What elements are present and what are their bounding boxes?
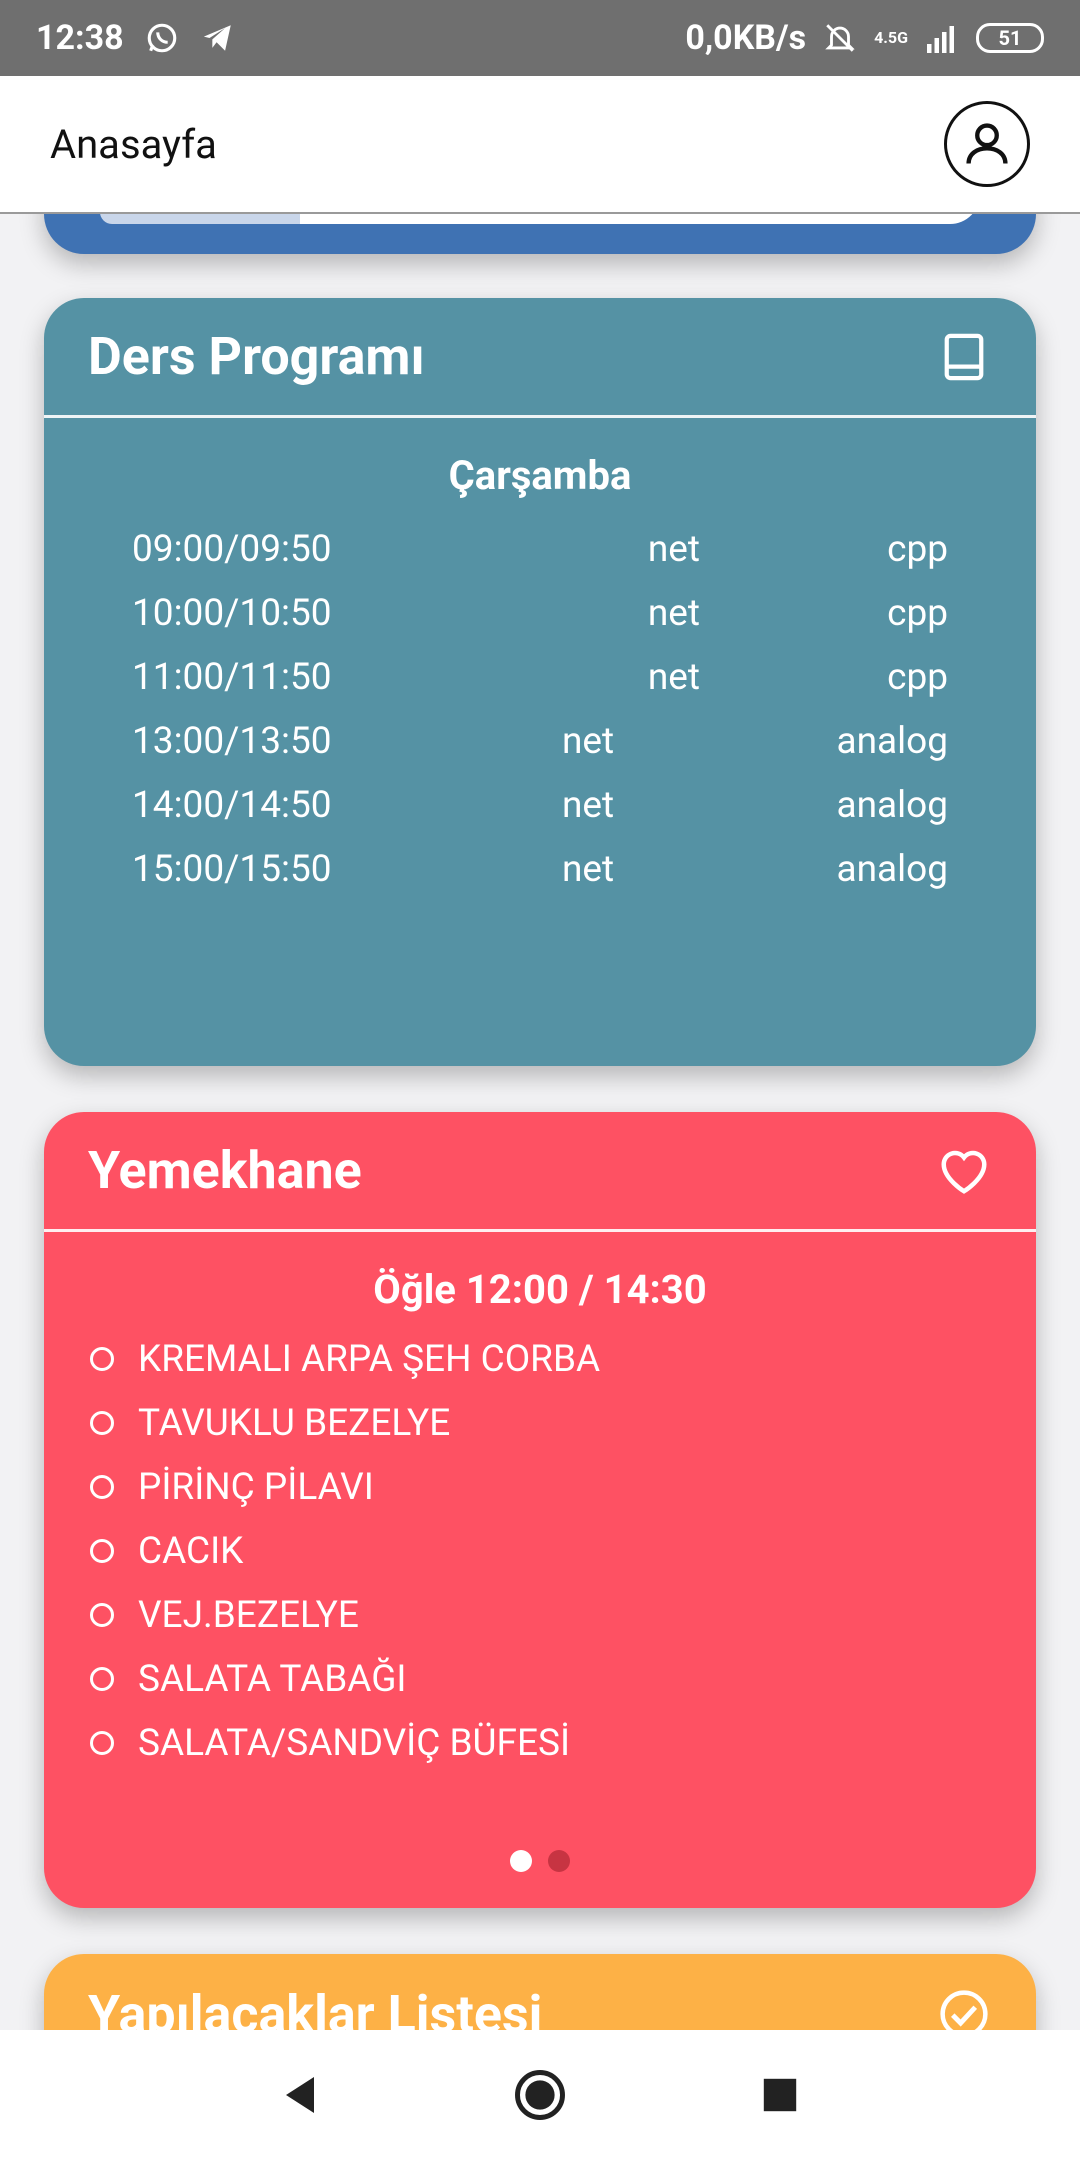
menu-item-label: CACIK bbox=[138, 1529, 244, 1573]
schedule-course: analog bbox=[836, 847, 948, 891]
schedule-row: 13:00/13:50 net analog bbox=[44, 709, 1036, 773]
menu-item: PİRİNÇ PİLAVI bbox=[88, 1455, 1036, 1519]
schedule-course: analog bbox=[836, 719, 948, 763]
home-button[interactable] bbox=[510, 2065, 570, 2125]
schedule-time: 09:00/09:50 bbox=[132, 527, 332, 571]
schedule-room: net bbox=[647, 655, 700, 699]
menu-item: SALATA/SANDVİÇ BÜFESİ bbox=[88, 1711, 1036, 1775]
schedule-table: 09:00/09:50 net cpp 10:00/10:50 net cpp … bbox=[44, 517, 1036, 901]
content-scroll[interactable]: Ders Programı Çarşamba 09:00/09:50 net c… bbox=[0, 214, 1080, 2030]
schedule-room: net bbox=[647, 591, 700, 635]
schedule-course: cpp bbox=[887, 655, 948, 699]
menu-list: KREMALI ARPA ŞEH CORBA TAVUKLU BEZELYE P… bbox=[44, 1327, 1036, 1775]
top-card-inner-bar bbox=[100, 214, 980, 224]
back-button[interactable] bbox=[270, 2065, 330, 2125]
battery-indicator: 51 bbox=[976, 23, 1044, 53]
schedule-room: net bbox=[562, 847, 615, 891]
status-time: 12:38 bbox=[36, 18, 124, 58]
status-bar: 12:38 0,0KB/s 4.5G 51 bbox=[0, 0, 1080, 76]
telegram-icon bbox=[200, 20, 236, 56]
menu-item-label: PİRİNÇ PİLAVI bbox=[138, 1465, 374, 1509]
schedule-card-title: Ders Programı bbox=[88, 326, 425, 387]
menu-item: SALATA TABAĞI bbox=[88, 1647, 1036, 1711]
schedule-course: cpp bbox=[887, 527, 948, 571]
schedule-time: 11:00/11:50 bbox=[132, 655, 332, 699]
check-circle-icon bbox=[936, 1986, 992, 2030]
home-circle-icon bbox=[515, 2070, 565, 2120]
top-card[interactable] bbox=[44, 214, 1036, 254]
circle-bullet-icon bbox=[90, 1731, 114, 1755]
meal-time-title: Öğle 12:00 / 14:30 bbox=[373, 1266, 707, 1313]
user-icon bbox=[966, 123, 1008, 164]
todo-card-header: Yapılacaklar Listesi bbox=[44, 1954, 1036, 2030]
schedule-time: 10:00/10:50 bbox=[132, 591, 332, 635]
menu-item: VEJ.BEZELYE bbox=[88, 1583, 1036, 1647]
menu-item: KREMALI ARPA ŞEH CORBA bbox=[88, 1327, 1036, 1391]
menu-item-label: KREMALI ARPA ŞEH CORBA bbox=[138, 1337, 601, 1381]
menu-item: TAVUKLU BEZELYE bbox=[88, 1391, 1036, 1455]
menu-item-label: SALATA/SANDVİÇ BÜFESİ bbox=[138, 1721, 571, 1765]
circle-bullet-icon bbox=[90, 1475, 114, 1499]
back-triangle-icon bbox=[286, 2077, 314, 2113]
cafeteria-card-title: Yemekhane bbox=[88, 1140, 362, 1201]
page-dot-active[interactable] bbox=[510, 1850, 532, 1872]
recents-button[interactable] bbox=[750, 2065, 810, 2125]
todo-card[interactable]: Yapılacaklar Listesi bbox=[44, 1954, 1036, 2030]
heart-icon[interactable] bbox=[936, 1143, 992, 1199]
schedule-room: net bbox=[562, 719, 615, 763]
schedule-card-header: Ders Programı bbox=[44, 298, 1036, 418]
cafeteria-card-header: Yemekhane bbox=[44, 1112, 1036, 1232]
schedule-row: 11:00/11:50 net cpp bbox=[44, 645, 1036, 709]
signal-icon bbox=[924, 20, 960, 56]
menu-item-label: VEJ.BEZELYE bbox=[138, 1593, 359, 1637]
schedule-time: 15:00/15:50 bbox=[132, 847, 332, 891]
schedule-row: 09:00/09:50 net cpp bbox=[44, 517, 1036, 581]
schedule-time: 14:00/14:50 bbox=[132, 783, 332, 827]
network-speed: 0,0KB/s bbox=[685, 18, 807, 58]
vibrate-mute-icon bbox=[822, 20, 858, 56]
schedule-card[interactable]: Ders Programı Çarşamba 09:00/09:50 net c… bbox=[44, 298, 1036, 1066]
system-nav-bar bbox=[0, 2030, 1080, 2160]
circle-bullet-icon bbox=[90, 1539, 114, 1563]
todo-card-title: Yapılacaklar Listesi bbox=[88, 1983, 543, 2031]
menu-item: CACIK bbox=[88, 1519, 1036, 1583]
schedule-row: 14:00/14:50 net analog bbox=[44, 773, 1036, 837]
profile-button[interactable] bbox=[944, 101, 1030, 187]
page-indicator bbox=[44, 1850, 1036, 1872]
circle-bullet-icon bbox=[90, 1347, 114, 1371]
circle-bullet-icon bbox=[90, 1603, 114, 1627]
whatsapp-icon bbox=[144, 20, 180, 56]
schedule-time: 13:00/13:50 bbox=[132, 719, 332, 763]
page-title: Anasayfa bbox=[50, 120, 217, 168]
schedule-course: analog bbox=[836, 783, 948, 827]
network-type: 4.5G bbox=[874, 28, 908, 47]
schedule-room: net bbox=[647, 527, 700, 571]
book-icon bbox=[936, 329, 992, 385]
recents-square-icon bbox=[763, 2078, 797, 2112]
app-bar: Anasayfa bbox=[0, 76, 1080, 214]
schedule-room: net bbox=[562, 783, 615, 827]
menu-item-label: TAVUKLU BEZELYE bbox=[138, 1401, 451, 1445]
circle-bullet-icon bbox=[90, 1411, 114, 1435]
menu-item-label: SALATA TABAĞI bbox=[138, 1657, 407, 1701]
schedule-day: Çarşamba bbox=[448, 452, 632, 499]
cafeteria-card[interactable]: Yemekhane Öğle 12:00 / 14:30 KREMALI ARP… bbox=[44, 1112, 1036, 1908]
circle-bullet-icon bbox=[90, 1667, 114, 1691]
schedule-row: 10:00/10:50 net cpp bbox=[44, 581, 1036, 645]
schedule-course: cpp bbox=[887, 591, 948, 635]
page-dot[interactable] bbox=[548, 1850, 570, 1872]
schedule-row: 15:00/15:50 net analog bbox=[44, 837, 1036, 901]
